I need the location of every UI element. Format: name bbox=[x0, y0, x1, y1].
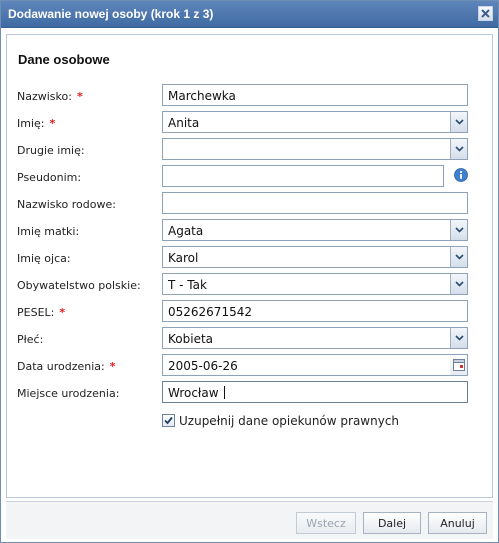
field-value: Marchewka bbox=[168, 89, 236, 103]
cancel-button[interactable]: Anuluj bbox=[428, 512, 487, 534]
required-marker: * bbox=[109, 360, 116, 373]
back-button[interactable]: Wstecz bbox=[296, 512, 356, 534]
label-text: Data urodzenia: bbox=[17, 360, 105, 373]
section-title: Dane osobowe bbox=[18, 52, 110, 67]
pseudonim-input[interactable] bbox=[162, 165, 444, 187]
drugie-imie-select[interactable] bbox=[162, 138, 468, 160]
checkmark-icon bbox=[164, 416, 173, 425]
label-text: Obywatelstwo polskie: bbox=[17, 279, 141, 292]
required-marker: * bbox=[49, 117, 56, 130]
label-nazwisko: Nazwisko: * bbox=[17, 90, 83, 103]
field-value: 2005-06-26 bbox=[168, 359, 238, 373]
label-text: Imię matki: bbox=[17, 225, 80, 238]
field-value: Anita bbox=[168, 116, 200, 130]
label-text: Imię: bbox=[17, 117, 45, 130]
nazwisko-input[interactable]: Marchewka bbox=[162, 84, 468, 106]
dropdown-button[interactable] bbox=[450, 139, 467, 159]
label-imie: Imię: * bbox=[17, 117, 55, 130]
label-text: Drugie imię: bbox=[17, 144, 85, 157]
nazwisko-rodowe-input[interactable] bbox=[162, 192, 468, 214]
label-text: Pseudonim: bbox=[17, 171, 82, 184]
label-text: Nazwisko rodowe: bbox=[17, 198, 116, 211]
chevron-down-icon bbox=[454, 335, 464, 341]
imie-matki-select[interactable]: Agata bbox=[162, 219, 468, 241]
pesel-input[interactable]: 05262671542 bbox=[162, 300, 468, 322]
chevron-down-icon bbox=[454, 146, 464, 152]
label-text: Nazwisko: bbox=[17, 90, 72, 103]
label-obywatelstwo: Obywatelstwo polskie: bbox=[17, 279, 141, 292]
label-miejsce-urodzenia: Miejsce urodzenia: bbox=[17, 387, 119, 400]
checkbox-label: Uzupełnij dane opiekunów prawnych bbox=[179, 414, 400, 428]
field-value: Kobieta bbox=[168, 332, 214, 346]
field-value: Wrocław bbox=[168, 386, 219, 400]
chevron-down-icon bbox=[454, 254, 464, 260]
info-icon[interactable] bbox=[454, 168, 468, 182]
chevron-down-icon bbox=[454, 119, 464, 125]
label-text: Imię ojca: bbox=[17, 252, 71, 265]
dialog-title: Dodawanie nowej osoby (krok 1 z 3) bbox=[8, 7, 214, 21]
dialog-window: Dodawanie nowej osoby (krok 1 z 3) Dane … bbox=[0, 0, 499, 543]
obywatelstwo-select[interactable]: T - Tak bbox=[162, 273, 468, 295]
data-urodzenia-input[interactable]: 2005-06-26 bbox=[162, 354, 468, 376]
imie-ojca-select[interactable]: Karol bbox=[162, 246, 468, 268]
text-caret bbox=[224, 386, 225, 399]
miejsce-urodzenia-input[interactable]: Wrocław bbox=[162, 381, 468, 403]
title-bar[interactable]: Dodawanie nowej osoby (krok 1 z 3) bbox=[1, 1, 498, 28]
form-panel: Dane osobowe Nazwisko: * Marchewka Imię: *… bbox=[6, 34, 493, 498]
close-button[interactable] bbox=[478, 6, 493, 21]
dropdown-button[interactable] bbox=[450, 247, 467, 267]
dialog-footer: Wstecz Dalej Anuluj bbox=[6, 501, 493, 539]
imie-select[interactable]: Anita bbox=[162, 111, 468, 133]
next-button[interactable]: Dalej bbox=[363, 512, 421, 534]
calendar-button[interactable] bbox=[450, 355, 467, 375]
chevron-down-icon bbox=[454, 227, 464, 233]
calendar-icon bbox=[452, 359, 465, 371]
label-imie-ojca: Imię ojca: bbox=[17, 252, 71, 265]
close-icon bbox=[481, 9, 490, 18]
dropdown-button[interactable] bbox=[450, 328, 467, 348]
label-text: Miejsce urodzenia: bbox=[17, 387, 120, 400]
label-imie-matki: Imię matki: bbox=[17, 225, 79, 238]
field-value: Karol bbox=[168, 251, 199, 265]
label-pesel: PESEL: * bbox=[17, 306, 65, 319]
uzupelnij-checkbox[interactable] bbox=[162, 414, 175, 427]
label-text: PESEL: bbox=[17, 306, 55, 319]
dropdown-button[interactable] bbox=[450, 220, 467, 240]
field-value: 05262671542 bbox=[168, 305, 252, 319]
label-data-urodzenia: Data urodzenia: * bbox=[17, 360, 116, 373]
label-nazwisko-rodowe: Nazwisko rodowe: bbox=[17, 198, 116, 211]
label-drugie-imie: Drugie imię: bbox=[17, 144, 85, 157]
dropdown-button[interactable] bbox=[450, 274, 467, 294]
chevron-down-icon bbox=[454, 281, 464, 287]
label-text: Płeć: bbox=[17, 333, 44, 346]
required-marker: * bbox=[76, 90, 83, 103]
required-marker: * bbox=[59, 306, 66, 319]
field-value: Agata bbox=[168, 224, 204, 238]
field-value: T - Tak bbox=[168, 278, 207, 292]
plec-select[interactable]: Kobieta bbox=[162, 327, 468, 349]
label-plec: Płeć: bbox=[17, 333, 43, 346]
label-pseudonim: Pseudonim: bbox=[17, 171, 81, 184]
dropdown-button[interactable] bbox=[450, 112, 467, 132]
